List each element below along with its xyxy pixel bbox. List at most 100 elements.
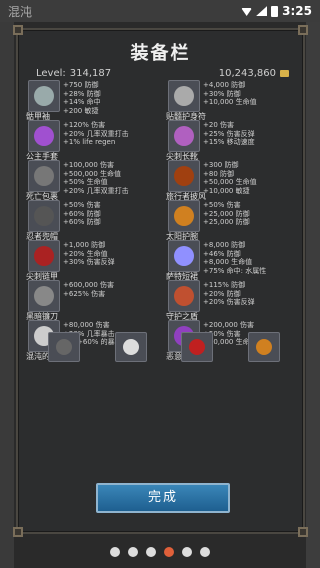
stat-line: +625% 伤害 bbox=[63, 289, 106, 298]
equipment-item[interactable]: 旅行者披风 +300 防御 +80 防御 +50,000 生命值 +10,000 敏捷 bbox=[166, 160, 296, 201]
gold-value: 10,243,860 bbox=[218, 68, 276, 79]
equipment-item[interactable]: 死亡包裹 +100,000 伤害 +500,000 生命值 +50% 生命值 +20% … bbox=[26, 160, 156, 201]
page-dot[interactable] bbox=[200, 547, 210, 557]
stat-line: +50% 伤害 bbox=[63, 201, 101, 209]
equipment-item[interactable]: 黑暗镰刀 +600,000 伤害 +625% 伤害 bbox=[26, 280, 156, 321]
equipment-row: 忍者兜帽 +50% 伤害 +60% 防御 +60% 防御 太阳护腕 +50% 伤害 +25,… bbox=[26, 200, 296, 241]
item-glyph-icon bbox=[34, 166, 54, 186]
equipment-panel: 装备栏 Level: 314,187 10,243,860 骷甲袖 +750 防御 +… bbox=[13, 25, 308, 537]
stat-line: +1,000 防御 bbox=[63, 241, 106, 249]
page-dot[interactable] bbox=[146, 547, 156, 557]
stat-line: +14% 命中 bbox=[63, 98, 101, 106]
item-stats: +4,000 防御 +30% 防御 +10,000 生命值 bbox=[203, 81, 257, 107]
item-icon bbox=[168, 240, 200, 272]
item-stats: +100,000 伤害 +500,000 生命值 +50% 生命值 +20% 几率双重… bbox=[63, 161, 129, 195]
stat-line: +30% 伤害反弹 bbox=[63, 258, 115, 266]
stat-line: +20% 几率双重打击 bbox=[63, 129, 129, 138]
background-right bbox=[306, 22, 320, 568]
stat-line: +20% 伤害反弹 bbox=[203, 298, 255, 306]
stat-line: +115% 防御 bbox=[203, 281, 246, 289]
stat-line: +46% 防御 bbox=[203, 249, 241, 258]
equipment-item[interactable]: 萨特短裙 +8,000 防御 +46% 防御 +8,000 生命值 +75% 命中: 水… bbox=[166, 240, 296, 281]
stat-line: +1% life regen bbox=[63, 138, 116, 146]
page-dot[interactable] bbox=[182, 547, 192, 557]
page-dot[interactable] bbox=[110, 547, 120, 557]
accessory-slot[interactable] bbox=[181, 332, 214, 362]
item-stats: +50% 伤害 +60% 防御 +60% 防御 bbox=[63, 201, 101, 227]
stat-line: +200 敏捷 bbox=[63, 106, 99, 115]
stat-line: +200,000 伤害 bbox=[203, 321, 255, 329]
equipment-item[interactable]: 公主手套 +120% 伤害 +20% 几率双重打击 +1% life regen bbox=[26, 120, 156, 161]
equipment-item[interactable]: 忍者兜帽 +50% 伤害 +60% 防御 +60% 防御 bbox=[26, 200, 156, 241]
equipment-item[interactable]: 贴髓护身符 +4,000 防御 +30% 防御 +10,000 生命值 bbox=[166, 80, 296, 121]
stat-line: +4,000 防御 bbox=[203, 81, 246, 89]
stat-line: +10,000 敏捷 bbox=[203, 186, 250, 195]
stat-line: +750 防御 bbox=[63, 81, 99, 89]
stat-line: +20% 防御 bbox=[203, 289, 241, 298]
panel-corner bbox=[13, 527, 23, 537]
accessory-slot[interactable] bbox=[48, 332, 80, 362]
item-glyph-icon bbox=[174, 246, 194, 266]
accessory-slots bbox=[48, 332, 280, 362]
equipment-row: 黑暗镰刀 +600,000 伤害 +625% 伤害 守护之盾 +115% 防御 +20% … bbox=[26, 280, 296, 321]
item-icon bbox=[28, 120, 60, 152]
wifi-icon bbox=[241, 8, 253, 16]
stat-line: +80 防御 bbox=[203, 169, 234, 178]
item-glyph-icon bbox=[174, 166, 194, 186]
item-stats: +750 防御 +28% 防御 +14% 命中 +200 敏捷 bbox=[63, 81, 101, 115]
page-indicator bbox=[0, 547, 320, 557]
item-icon bbox=[28, 160, 60, 192]
stat-line: +25,000 防御 bbox=[203, 218, 250, 226]
stat-line: +120% 伤害 bbox=[63, 121, 106, 129]
panel-corner bbox=[298, 527, 308, 537]
stat-line: +25,000 防御 bbox=[203, 209, 250, 218]
item-glyph-icon bbox=[34, 86, 54, 106]
gold-display: 10,243,860 bbox=[219, 68, 289, 79]
equipment-item[interactable]: 尖刺链甲 +1,000 防御 +20% 生命值 +30% 伤害反弹 bbox=[26, 240, 156, 281]
stat-line: +28% 防御 bbox=[63, 89, 101, 98]
item-icon bbox=[168, 160, 200, 192]
equipment-row: 公主手套 +120% 伤害 +20% 几率双重打击 +1% life regen 尖刺长… bbox=[26, 120, 296, 161]
done-button[interactable]: 完成 bbox=[96, 483, 230, 513]
item-glyph-icon bbox=[174, 286, 194, 306]
stat-line: +60% 防御 bbox=[63, 218, 101, 226]
stat-line: +60% 防御 bbox=[63, 209, 101, 218]
status-bar: 混沌 3:25 bbox=[0, 0, 320, 22]
item-icon bbox=[28, 80, 60, 112]
equipment-item[interactable]: 尖刺长靴 +20 伤害 +25% 伤害反弹 +15% 移动速度 bbox=[166, 120, 296, 161]
stat-line: +80,000 伤害 bbox=[63, 321, 110, 329]
stat-line: +10,000 生命值 bbox=[203, 98, 257, 106]
stat-line: +8,000 防御 bbox=[203, 241, 246, 249]
equipment-item[interactable]: 守护之盾 +115% 防御 +20% 防御 +20% 伤害反弹 bbox=[166, 280, 296, 321]
page-dot[interactable] bbox=[128, 547, 138, 557]
accessory-slot[interactable] bbox=[114, 332, 147, 362]
stat-line: +30% 防御 bbox=[203, 89, 241, 98]
stat-line: +20 伤害 bbox=[203, 121, 234, 129]
page-dot[interactable] bbox=[164, 547, 174, 557]
equipment-grid: 骷甲袖 +750 防御 +28% 防御 +14% 命中 +200 敏捷 贴髓护身符 +4,0… bbox=[26, 80, 296, 361]
item-glyph-icon bbox=[34, 206, 54, 226]
level-display: Level: 314,187 bbox=[32, 68, 111, 79]
equipment-item[interactable]: 骷甲袖 +750 防御 +28% 防御 +14% 命中 +200 敏捷 bbox=[26, 80, 156, 121]
stat-line: +15% 移动速度 bbox=[203, 138, 255, 146]
stat-line: +300 防御 bbox=[203, 161, 239, 169]
item-icon bbox=[168, 120, 200, 152]
item-stats: +20 伤害 +25% 伤害反弹 +15% 移动速度 bbox=[203, 121, 255, 147]
item-stats: +8,000 防御 +46% 防御 +8,000 生命值 +75% 命中: 水属性 bbox=[203, 241, 266, 275]
stat-line: +50% 伤害 bbox=[203, 201, 241, 209]
item-icon bbox=[168, 280, 200, 312]
earrings-icon bbox=[255, 339, 272, 355]
item-icon bbox=[28, 200, 60, 232]
app-label: 混沌 bbox=[8, 4, 33, 19]
item-glyph-icon bbox=[34, 286, 54, 306]
equipment-item[interactable]: 太阳护腕 +50% 伤害 +25,000 防御 +25,000 防御 bbox=[166, 200, 296, 241]
item-icon bbox=[168, 200, 200, 232]
equipment-row: 骷甲袖 +750 防御 +28% 防御 +14% 命中 +200 敏捷 贴髓护身符 +4,0… bbox=[26, 80, 296, 121]
stat-line: +50% 生命值 bbox=[63, 178, 108, 186]
accessory-slot[interactable] bbox=[247, 332, 280, 362]
item-stats: +300 防御 +80 防御 +50,000 生命值 +10,000 敏捷 bbox=[203, 161, 257, 195]
level-value: 314,187 bbox=[69, 68, 112, 79]
battery-icon bbox=[271, 5, 279, 17]
item-icon bbox=[28, 280, 60, 312]
stat-line: +20% 生命值 bbox=[63, 249, 108, 258]
